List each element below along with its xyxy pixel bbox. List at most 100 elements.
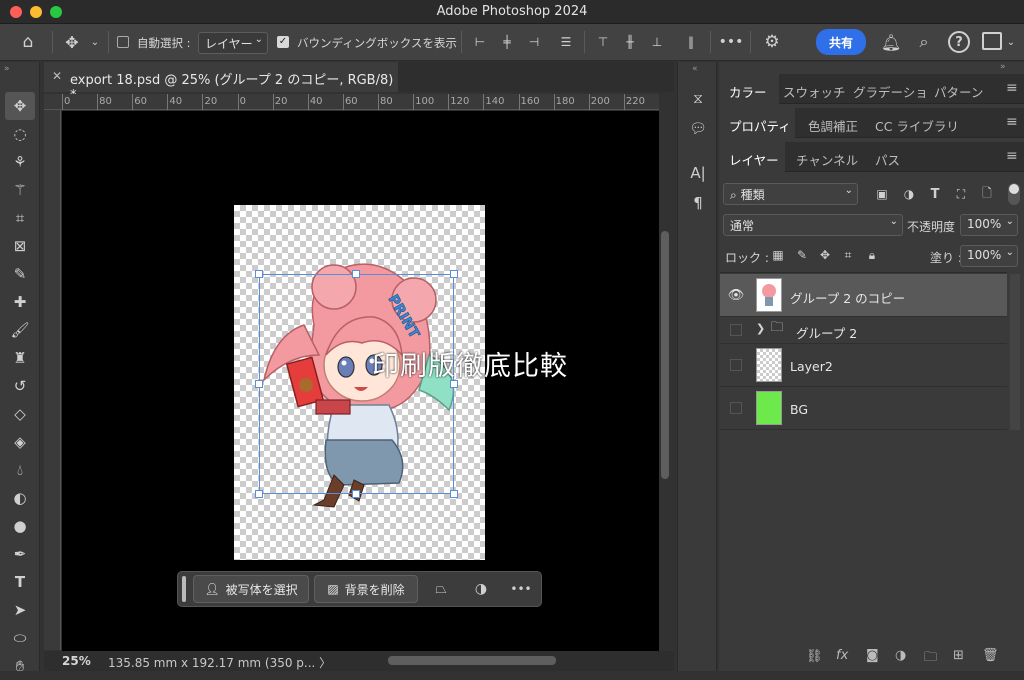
comments-panel-icon[interactable]: 💬︎ [686, 118, 710, 140]
chevron-down-icon[interactable]: ⌄ [1004, 33, 1018, 51]
zoom-search-tool-icon[interactable]: ● [0, 512, 40, 540]
share-button[interactable]: 共有 [816, 29, 866, 55]
eye-icon[interactable]: 👁︎ [726, 286, 746, 304]
new-layer-icon[interactable]: ⊞ [953, 648, 964, 663]
layers-scrollbar[interactable] [1010, 274, 1020, 430]
pen-tool-icon[interactable]: ✒ [0, 540, 40, 568]
transform-icon[interactable]: ⏢ [430, 578, 452, 600]
select-subject-button[interactable]: 👤︎ 被写体を選択 [193, 575, 309, 603]
visibility-toggle[interactable] [730, 324, 742, 336]
filter-shape-icon[interactable]: ⛶ [952, 185, 970, 203]
transform-handle[interactable] [255, 270, 263, 278]
document-tab[interactable]: ✕ export 18.psd @ 25% (グループ 2 のコピー, RGB/… [44, 62, 398, 103]
gear-icon[interactable]: ⚙ [760, 30, 784, 54]
tab-color[interactable]: カラー [719, 74, 779, 104]
bell-icon[interactable]: 🔔︎ [880, 30, 902, 54]
history-brush-tool-icon[interactable]: ↺ [0, 372, 40, 400]
transform-handle[interactable] [255, 380, 263, 388]
panel-menu-icon[interactable]: ≡ [1006, 80, 1018, 96]
zoom-level[interactable]: 25% [62, 654, 91, 668]
tab-swatches[interactable]: スウォッチ [783, 74, 849, 104]
transform-handle[interactable] [450, 270, 458, 278]
distribute-v-icon[interactable]: ‖ [681, 32, 701, 52]
tab-patterns[interactable]: パターン [934, 74, 994, 104]
panel-menu-icon[interactable]: ≡ [1006, 148, 1018, 164]
move-tool-icon[interactable]: ✥ [5, 92, 35, 120]
layer-row[interactable]: 👁︎ グループ 2 のコピー [720, 274, 1007, 317]
character-panel-icon[interactable]: A| [686, 162, 710, 184]
frame-tool-icon[interactable]: ⊠ [0, 232, 40, 260]
tab-adjustments[interactable]: 色調補正 [808, 108, 874, 138]
layer-name[interactable]: BG [790, 402, 808, 417]
chevron-right-icon[interactable]: ❯ [756, 322, 765, 335]
vertical-scrollbar[interactable] [661, 231, 669, 479]
visibility-toggle[interactable] [730, 402, 742, 414]
lock-position-icon[interactable]: ✥ [817, 247, 833, 263]
filter-pixel-icon[interactable]: ▣ [873, 185, 891, 203]
close-icon[interactable]: ✕ [52, 69, 62, 83]
hand-tool-icon[interactable]: ✋︎ [0, 652, 40, 680]
trash-icon[interactable]: 🗑︎ [982, 648, 999, 663]
collapse-icon[interactable]: » [1000, 62, 1006, 72]
new-group-icon[interactable]: 🗀︎ [924, 648, 937, 670]
marquee-tool-icon[interactable]: ◌ [0, 120, 40, 148]
fx-icon[interactable]: fx [836, 648, 848, 663]
auto-select-checkbox[interactable] [117, 36, 129, 48]
layer-row[interactable]: BG [720, 387, 1007, 430]
home-icon[interactable]: ⌂ [14, 30, 42, 54]
quick-select-tool-icon[interactable]: ⚘ [0, 148, 40, 176]
auto-select-dropdown[interactable]: レイヤー ⌄ [198, 32, 268, 54]
magic-wand-tool-icon[interactable]: ⚚ [0, 176, 40, 204]
dodge-tool-icon[interactable]: ◐ [0, 484, 40, 512]
collapse-icon[interactable]: « [692, 64, 698, 74]
transform-handle[interactable] [352, 490, 360, 498]
add-mask-icon[interactable]: ◙ [866, 648, 879, 663]
align-middle-v-icon[interactable]: ╫ [620, 32, 640, 52]
new-adjustment-icon[interactable]: ◑ [895, 648, 906, 663]
transform-handle[interactable] [352, 270, 360, 278]
align-right-icon[interactable]: ⊣ [524, 32, 544, 52]
collapse-icon[interactable]: » [4, 64, 10, 74]
drag-handle[interactable] [182, 576, 186, 602]
search-icon[interactable]: ⌕ [913, 30, 935, 54]
document-size[interactable]: 135.85 mm x 192.17 mm (350 p... 〉 [108, 654, 331, 671]
layer-name[interactable]: グループ 2 [796, 323, 857, 342]
brush-tool-icon[interactable]: 🖌︎ [0, 316, 40, 344]
tab-gradients[interactable]: グラデーショ [853, 74, 929, 104]
fill-field[interactable]: 100% ⌄ [960, 245, 1018, 267]
layer-filter-dropdown[interactable]: ⌕ 種類 ⌄ [723, 183, 858, 205]
clone-stamp-tool-icon[interactable]: ♜ [0, 344, 40, 372]
tab-cc-libraries[interactable]: CC ライブラリ [875, 108, 975, 138]
ellipse-tool-icon[interactable]: ⬭ [0, 624, 40, 652]
lock-all-icon[interactable]: 🔒︎ [864, 247, 880, 263]
more-options-icon[interactable]: ••• [719, 32, 744, 52]
filter-type-icon[interactable]: T [926, 185, 944, 203]
lock-transparent-icon[interactable]: ▦ [770, 247, 786, 263]
filter-toggle[interactable] [1008, 183, 1020, 205]
align-bottom-icon[interactable]: ⊥ [647, 32, 667, 52]
workspace-icon[interactable] [982, 32, 1002, 50]
distribute-h-icon[interactable]: ☰ [556, 32, 576, 52]
more-options-icon[interactable]: ••• [510, 578, 532, 600]
path-select-tool-icon[interactable]: ➤ [0, 596, 40, 624]
tab-properties[interactable]: プロパティ [719, 108, 795, 138]
bounding-box-checkbox[interactable]: ✓ [277, 36, 289, 48]
filter-adjustment-icon[interactable]: ◑ [900, 185, 918, 203]
eraser-tool-icon[interactable]: ◇ [0, 400, 40, 428]
panel-menu-icon[interactable]: ≡ [1006, 114, 1018, 130]
paragraph-panel-icon[interactable]: ¶ [686, 192, 710, 214]
layer-name[interactable]: グループ 2 のコピー [790, 288, 905, 307]
tab-paths[interactable]: パス [875, 142, 915, 172]
blend-mode-dropdown[interactable]: 通常 ⌄ [723, 214, 903, 236]
adjustment-icon[interactable]: ◑ [470, 578, 492, 600]
transform-bounding-box[interactable] [259, 274, 454, 494]
eyedropper-tool-icon[interactable]: ✎ [0, 260, 40, 288]
blur-tool-icon[interactable]: 💧︎ [0, 456, 40, 484]
lock-artboard-icon[interactable]: ⌗ [840, 247, 856, 263]
crop-tool-icon[interactable]: ⌗ [0, 204, 40, 232]
type-tool-icon[interactable]: T [0, 568, 40, 596]
align-center-h-icon[interactable]: ╪ [497, 32, 517, 52]
opacity-field[interactable]: 100% ⌄ [960, 214, 1018, 236]
tab-channels[interactable]: チャンネル [796, 142, 866, 172]
tab-layers[interactable]: レイヤー [719, 142, 785, 172]
